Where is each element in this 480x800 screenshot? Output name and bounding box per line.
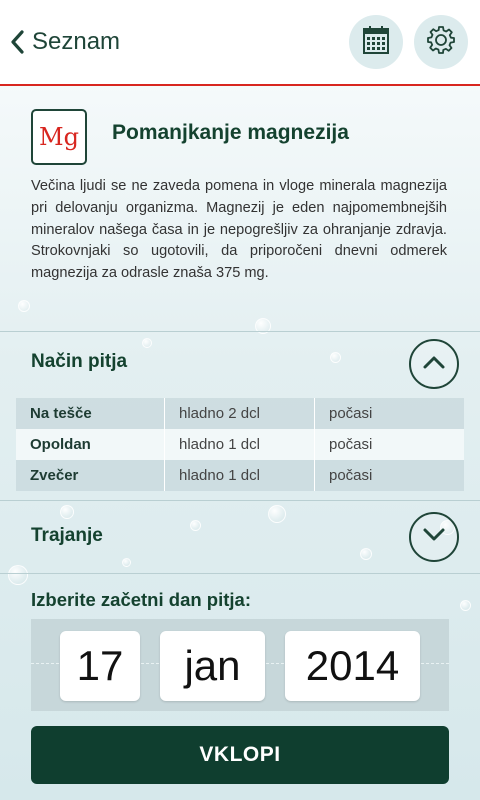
back-button[interactable]: Seznam — [4, 22, 120, 62]
page-title: Pomanjkanje magnezija — [112, 121, 349, 144]
table-cell-pace: počasi — [329, 436, 373, 453]
table-cell-amount: hladno 1 dcl — [165, 460, 315, 491]
mineral-description: Večina ljudi se ne zaveda pomena in vlog… — [31, 178, 447, 282]
table-cell-time: Na tešče — [16, 398, 165, 429]
day-wheel[interactable]: 17 — [60, 631, 140, 701]
chevron-left-icon — [4, 22, 30, 62]
month-wheel[interactable]: jan — [160, 631, 265, 701]
background-bubble — [190, 520, 201, 531]
collapse-drinking-button[interactable] — [409, 339, 459, 389]
table-cell-time: Opoldan — [16, 429, 165, 460]
chevron-down-icon — [422, 527, 446, 548]
year-wheel[interactable]: 2014 — [285, 631, 420, 701]
table-cell-pace: počasi — [329, 467, 373, 484]
background-bubble — [18, 300, 30, 312]
table-row: Opoldan hladno 1 dcl počasi — [16, 429, 464, 460]
table-cell-amount: hladno 2 dcl — [165, 398, 315, 429]
table-cell-amount: hladno 1 dcl — [165, 429, 315, 460]
background-bubble — [268, 505, 286, 523]
date-picker: 17 jan 2014 — [31, 619, 449, 711]
activate-button[interactable]: VKLOPI — [31, 726, 449, 784]
section-divider — [0, 573, 480, 574]
table-cell-pace: počasi — [329, 405, 373, 422]
background-bubble — [460, 600, 471, 611]
section-divider — [0, 500, 480, 501]
background-bubble — [60, 505, 74, 519]
mineral-symbol: Mg — [39, 123, 79, 151]
background-bubble — [330, 352, 341, 363]
start-date-label: Izberite začetni dan pitja: — [31, 589, 251, 610]
table-cell-time: Zvečer — [16, 460, 165, 491]
back-label: Seznam — [32, 28, 121, 55]
gear-icon — [425, 24, 457, 61]
settings-button[interactable] — [414, 15, 468, 69]
drinking-section-title: Način pitja — [31, 351, 128, 372]
section-divider — [0, 331, 480, 332]
top-app-bar: Seznam — [0, 0, 480, 86]
background-bubble — [360, 548, 372, 560]
duration-section-title: Trajanje — [31, 525, 103, 546]
mineral-symbol-badge: Mg — [31, 109, 87, 165]
background-bubble — [8, 565, 28, 585]
background-bubble — [122, 558, 131, 567]
drinking-table: Na tešče hladno 2 dcl počasi Opoldan hla… — [16, 398, 464, 491]
calendar-button[interactable] — [349, 15, 403, 69]
expand-duration-button[interactable] — [409, 512, 459, 562]
table-row: Zvečer hladno 1 dcl počasi — [16, 460, 464, 491]
background-bubble — [142, 338, 152, 348]
calendar-icon — [362, 25, 390, 60]
chevron-up-icon — [422, 354, 446, 375]
table-row: Na tešče hladno 2 dcl počasi — [16, 398, 464, 429]
